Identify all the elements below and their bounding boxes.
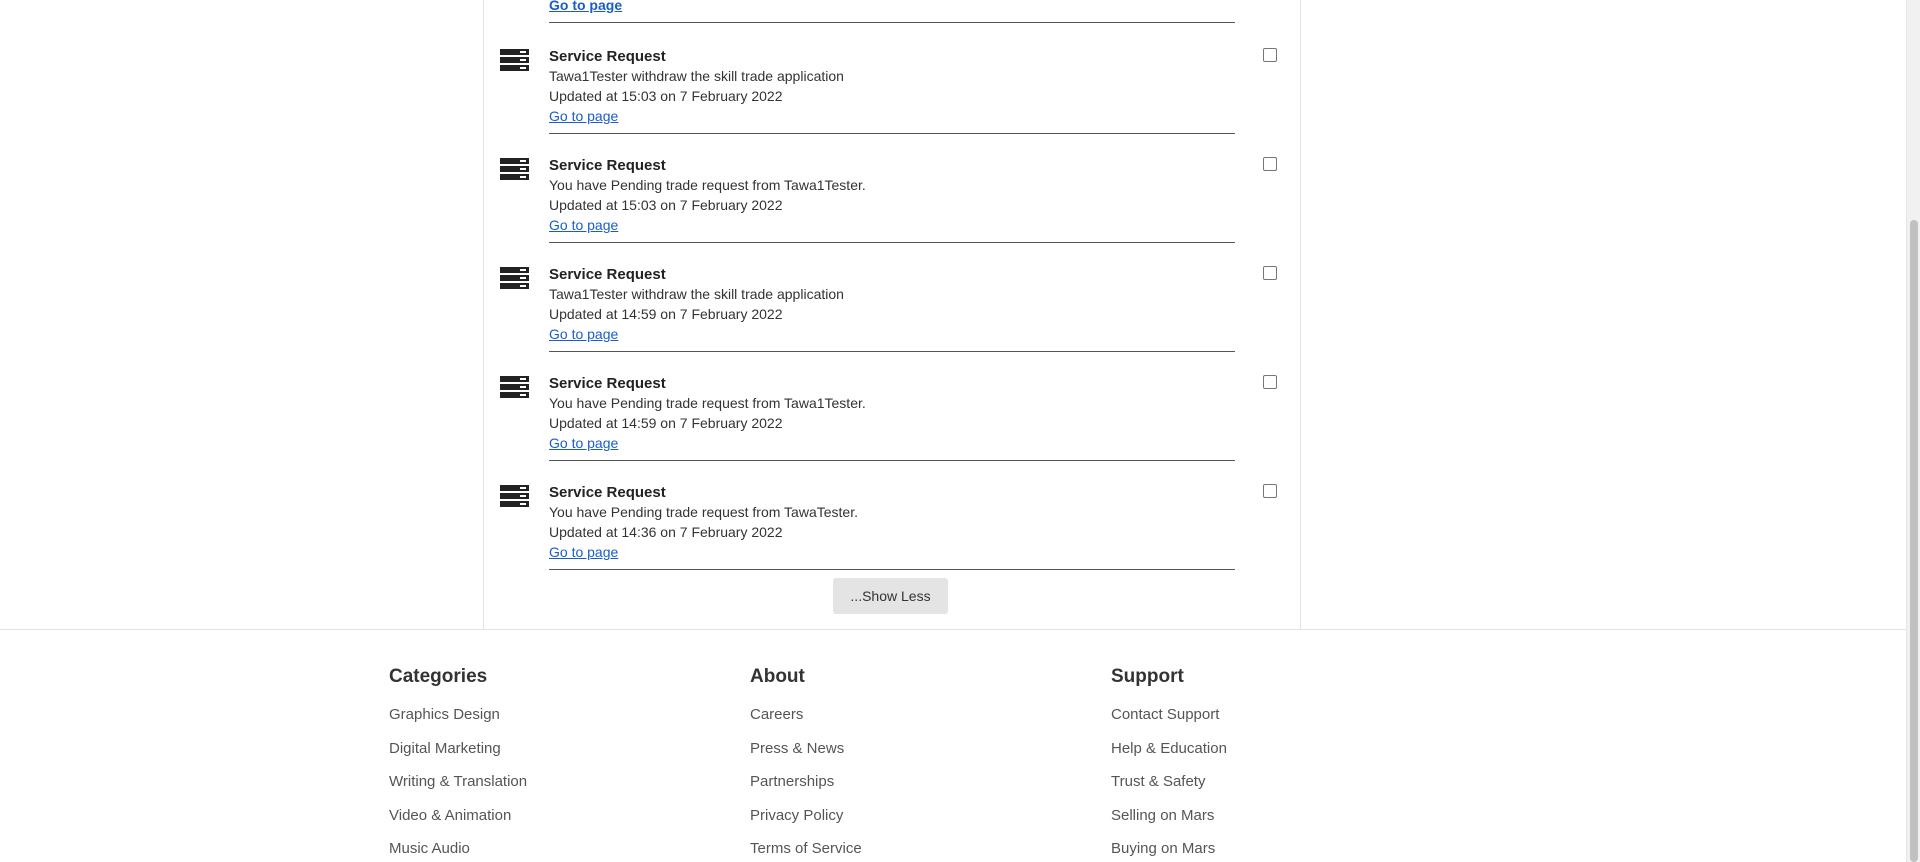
notification-title: Service Request [549,375,666,392]
notification-timestamp: Updated at 15:03 on 7 February 2022 [549,88,783,104]
notification-item: Service Request You have Pending trade r… [483,364,1301,473]
notification-title: Service Request [549,157,666,174]
notification-checkbox[interactable] [1263,375,1277,389]
notification-checkbox[interactable] [1263,157,1277,171]
notification-message: You have Pending trade request from Tawa… [549,504,858,520]
footer-link[interactable]: Music Audio [389,840,527,862]
divider [549,460,1235,461]
footer-link[interactable]: Trust & Safety [1111,773,1227,807]
footer-heading: About [750,666,805,687]
divider [549,569,1235,570]
server-rack-icon [500,158,529,180]
show-less-button[interactable]: ...Show Less [833,578,948,614]
go-to-page-link[interactable]: Go to page [549,435,618,451]
footer-link[interactable]: Contact Support [1111,706,1227,740]
notification-timestamp: Updated at 14:36 on 7 February 2022 [549,524,783,540]
footer-categories: Categories Graphics Design Digital Marke… [389,666,527,862]
notification-message: Tawa1Tester withdraw the skill trade app… [549,286,844,302]
footer-link[interactable]: Digital Marketing [389,740,527,774]
notification-title: Service Request [549,266,666,283]
footer-link[interactable]: Writing & Translation [389,773,527,807]
notification-checkbox[interactable] [1263,484,1277,498]
footer-heading: Support [1111,666,1184,687]
notification-item: Service Request You have Pending trade r… [483,146,1301,255]
footer-link[interactable]: Careers [750,706,862,740]
footer-link[interactable]: Terms of Service [750,840,862,862]
footer-link[interactable]: Video & Animation [389,807,527,841]
server-rack-icon [500,267,529,289]
notification-title: Service Request [549,48,666,65]
divider [549,351,1235,352]
footer-link[interactable]: Partnerships [750,773,862,807]
go-to-page-link[interactable]: Go to page [549,326,618,342]
server-rack-icon [500,376,529,398]
go-to-page-link[interactable]: Go to page [549,217,618,233]
divider [549,22,1235,23]
notification-item: Service Request Tawa1Tester withdraw the… [483,255,1301,364]
notification-item: Service Request Tawa1Tester withdraw the… [483,37,1301,146]
divider [549,133,1235,134]
go-to-page-link[interactable]: Go to page [549,0,622,13]
notification-timestamp: Updated at 14:59 on 7 February 2022 [549,415,783,431]
notification-checkbox[interactable] [1263,48,1277,62]
footer-support: Support Contact Support Help & Education… [1111,666,1227,862]
notification-checkbox[interactable] [1263,266,1277,280]
footer-link[interactable]: Graphics Design [389,706,527,740]
server-rack-icon [500,49,529,71]
vertical-scrollbar[interactable] [1906,0,1920,862]
go-to-page-link[interactable]: Go to page [549,544,618,560]
divider [549,242,1235,243]
notification-timestamp: Updated at 15:03 on 7 February 2022 [549,197,783,213]
footer-link[interactable]: Selling on Mars [1111,807,1227,841]
footer-divider [0,629,1906,630]
notification-message: Tawa1Tester withdraw the skill trade app… [549,68,844,84]
notification-timestamp: Updated at 14:59 on 7 February 2022 [549,306,783,322]
footer-heading: Categories [389,666,488,687]
footer-link[interactable]: Press & News [750,740,862,774]
notification-message: You have Pending trade request from Tawa… [549,395,866,411]
footer-link[interactable]: Privacy Policy [750,807,862,841]
notification-message: You have Pending trade request from Tawa… [549,177,866,193]
scrollbar-thumb[interactable] [1910,220,1918,862]
footer-about: About Careers Press & News Partnerships … [750,666,862,862]
notification-title: Service Request [549,484,666,501]
go-to-page-link[interactable]: Go to page [549,108,618,124]
footer-link[interactable]: Help & Education [1111,740,1227,774]
footer-link[interactable]: Buying on Mars [1111,840,1227,862]
server-rack-icon [500,485,529,507]
notification-item: Service Request You have Pending trade r… [483,473,1301,582]
